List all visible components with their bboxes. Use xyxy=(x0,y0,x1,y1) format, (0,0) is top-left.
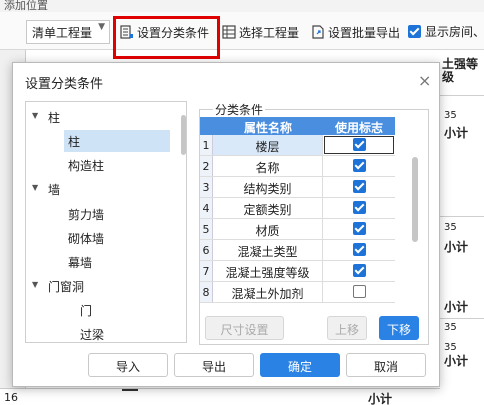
move-up-button[interactable]: 上移 xyxy=(327,316,367,340)
set-category-dialog: 设置分类条件 × ▼ 柱 柱 构造柱 ▼ 墙 剪力墙 砌体墙 幕墙 ▼ 门窗洞 … xyxy=(12,62,440,387)
grid-cell: 35 xyxy=(444,222,457,233)
import-button[interactable]: 导入 xyxy=(88,353,168,377)
row-number: 2 xyxy=(200,156,213,176)
row-number: 8 xyxy=(200,282,213,302)
tree-item-column-group[interactable]: 柱 xyxy=(48,106,108,128)
attribute-name: 楼层 xyxy=(213,135,323,155)
batch-export-button[interactable]: 设置批量导出 xyxy=(311,20,400,44)
row-number: 6 xyxy=(200,240,213,260)
table-header: 属性名称 使用标志 xyxy=(200,117,395,135)
close-icon[interactable]: × xyxy=(418,71,431,90)
component-tree: ▼ 柱 柱 构造柱 ▼ 墙 剪力墙 砌体墙 幕墙 ▼ 门窗洞 门 过梁 xyxy=(25,101,187,343)
table-row[interactable]: 4 定额类别 xyxy=(200,198,395,219)
cancel-button[interactable]: 取消 xyxy=(346,353,426,377)
choose-quantity-label: 选择工程量 xyxy=(239,25,300,40)
table-row[interactable]: 5 材质 xyxy=(200,219,395,240)
grid-bottom-row: 16 小计 xyxy=(0,388,440,405)
use-flag-checkbox[interactable] xyxy=(353,243,366,256)
tree-item-constructional-column[interactable]: 构造柱 xyxy=(68,154,148,176)
tree-item-masonry-wall[interactable]: 砌体墙 xyxy=(68,227,148,249)
grid-line xyxy=(440,216,484,217)
table-row[interactable]: 2 名称 xyxy=(200,156,395,177)
column-header-flag: 使用标志 xyxy=(334,121,383,135)
grid-header-cell: 土强等级 xyxy=(442,57,479,84)
row-number: 3 xyxy=(200,177,213,197)
move-down-button[interactable]: 下移 xyxy=(379,316,419,340)
toolbar: 清单工程量 ▼ 设置分类条件 选择工程量 设置批量导出 显示房间、 xyxy=(0,12,484,59)
tree-item-curtain-wall[interactable]: 幕墙 xyxy=(68,251,148,273)
dialog-title: 设置分类条件 xyxy=(25,77,104,92)
caret-down-icon[interactable]: ▼ xyxy=(32,111,38,120)
quantity-select[interactable]: 清单工程量 ▼ xyxy=(26,20,110,44)
tree-item-column[interactable]: 柱 xyxy=(64,130,170,152)
export-button[interactable]: 导出 xyxy=(174,353,254,377)
tree-item-wall-group[interactable]: 墙 xyxy=(48,178,108,200)
show-room-label: 显示房间、 xyxy=(425,25,484,39)
top-strip: 添加位置 xyxy=(0,0,484,12)
table-scrollbar[interactable] xyxy=(412,157,418,242)
row-number: 16 xyxy=(4,391,18,404)
grid-cell: 35 xyxy=(444,110,457,121)
row-mark xyxy=(122,389,138,391)
caret-down-icon[interactable]: ▼ xyxy=(32,280,38,289)
grid-line xyxy=(440,95,484,96)
table-row[interactable]: 8 混凝土外加剂 xyxy=(200,282,395,303)
use-flag-checkbox[interactable] xyxy=(353,201,366,214)
use-flag-checkbox[interactable] xyxy=(353,180,366,193)
row-number: 4 xyxy=(200,198,213,218)
export-file-icon xyxy=(312,25,324,39)
row-number: 7 xyxy=(200,261,213,281)
grid-cell: 小计 xyxy=(444,240,469,254)
grid-cell: 小计 xyxy=(444,126,469,140)
table-row[interactable]: 6 混凝土类型 xyxy=(200,240,395,261)
column-header-name: 属性名称 xyxy=(243,121,292,135)
row-number: 5 xyxy=(200,219,213,239)
show-room-checkbox[interactable] xyxy=(408,25,421,38)
attribute-name: 定额类别 xyxy=(213,198,323,218)
tree-item-shear-wall[interactable]: 剪力墙 xyxy=(68,203,148,225)
attribute-name: 结构类别 xyxy=(213,177,323,197)
tree-item-openings-group[interactable]: 门窗洞 xyxy=(48,275,118,297)
choose-quantity-button[interactable]: 选择工程量 xyxy=(222,20,299,44)
caret-down-icon[interactable]: ▼ xyxy=(32,183,38,192)
grid-cell: 35 xyxy=(444,322,457,333)
use-flag-checkbox[interactable] xyxy=(353,138,366,151)
attribute-name: 名称 xyxy=(213,156,323,176)
use-flag-checkbox[interactable] xyxy=(353,285,366,298)
use-flag-checkbox[interactable] xyxy=(353,159,366,172)
grid-cell: 小计 xyxy=(444,354,469,368)
group-label: 分类条件 xyxy=(213,101,266,118)
table-row[interactable]: 3 结构类别 xyxy=(200,177,395,198)
grid-cell: 小计 xyxy=(444,300,469,314)
batch-export-label: 设置批量导出 xyxy=(328,25,401,40)
attribute-name: 混凝土外加剂 xyxy=(213,282,323,302)
tree-scrollbar[interactable] xyxy=(181,115,186,155)
tree-item-lintel[interactable]: 过梁 xyxy=(80,323,140,342)
attribute-name: 混凝土类型 xyxy=(213,240,323,260)
table-row[interactable]: 7 混凝土强度等级 xyxy=(200,261,395,282)
table-row[interactable]: 1 楼层 xyxy=(200,135,395,156)
use-flag-checkbox[interactable] xyxy=(353,222,366,235)
chevron-down-icon: ▼ xyxy=(98,22,105,32)
attribute-name: 材质 xyxy=(213,219,323,239)
subtotal-label: 小计 xyxy=(368,392,393,405)
quantity-select-value: 清单工程量 xyxy=(32,26,93,40)
use-flag-checkbox[interactable] xyxy=(353,264,366,277)
size-settings-button[interactable]: 尺寸设置 xyxy=(205,316,284,340)
attribute-name: 混凝土强度等级 xyxy=(213,261,323,281)
table-grid-icon xyxy=(222,25,236,39)
highlight-box xyxy=(113,16,220,59)
ok-button[interactable]: 确定 xyxy=(260,353,340,377)
row-number: 1 xyxy=(200,135,213,155)
grid-line xyxy=(440,318,484,319)
tree-item-door[interactable]: 门 xyxy=(80,299,120,321)
